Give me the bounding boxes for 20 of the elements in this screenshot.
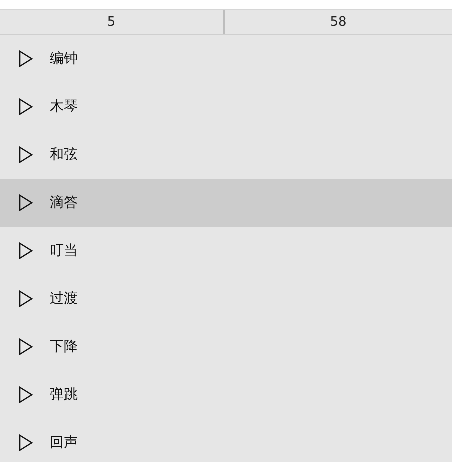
play-icon[interactable] bbox=[18, 290, 34, 308]
play-icon[interactable] bbox=[18, 242, 34, 260]
play-icon[interactable] bbox=[18, 194, 34, 212]
sound-name: 回声 bbox=[50, 434, 78, 452]
sound-name: 滴答 bbox=[50, 194, 78, 212]
sound-name: 和弦 bbox=[50, 146, 78, 164]
sound-name: 木琴 bbox=[50, 98, 78, 116]
play-icon[interactable] bbox=[18, 338, 34, 356]
play-icon[interactable] bbox=[18, 50, 34, 68]
play-icon[interactable] bbox=[18, 98, 34, 116]
sound-name: 叮当 bbox=[50, 242, 78, 260]
sound-name: 下降 bbox=[50, 338, 78, 356]
sound-name: 过渡 bbox=[50, 290, 78, 308]
sound-row[interactable]: 滴答 bbox=[0, 179, 452, 227]
sound-name: 弹跳 bbox=[50, 386, 78, 404]
header-cell-text: 58 bbox=[329, 14, 348, 32]
play-icon[interactable] bbox=[18, 434, 34, 452]
sound-name: 编钟 bbox=[50, 50, 78, 68]
play-icon[interactable] bbox=[18, 386, 34, 404]
play-icon[interactable] bbox=[18, 146, 34, 164]
